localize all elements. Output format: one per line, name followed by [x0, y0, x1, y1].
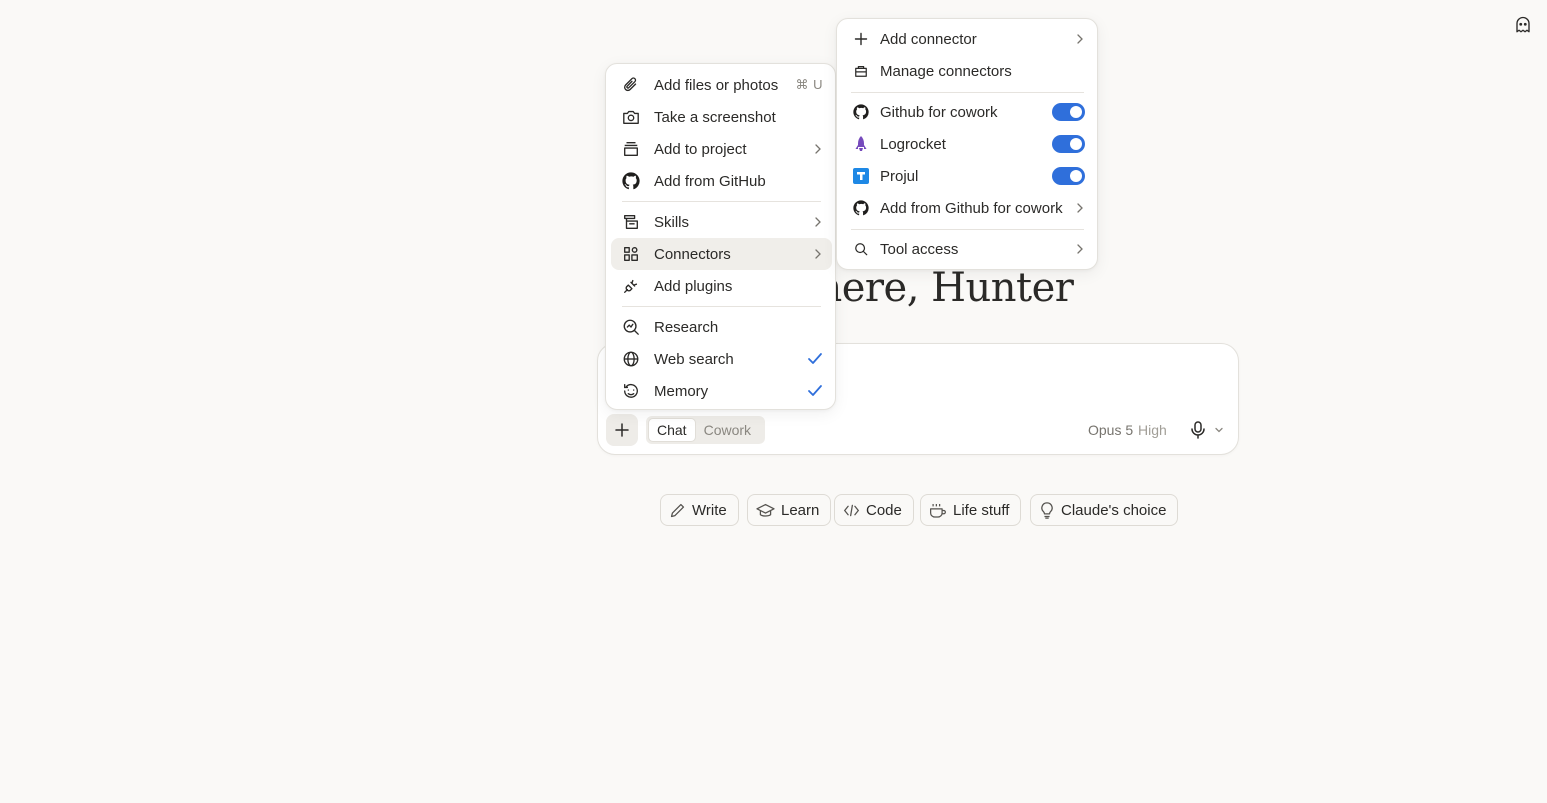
lightbulb-icon — [1041, 501, 1053, 519]
chevron-right-icon — [1075, 192, 1085, 224]
chip-life-stuff[interactable]: Life stuff — [920, 494, 1022, 526]
chip-code[interactable]: Code — [834, 494, 914, 526]
project-icon — [622, 140, 640, 158]
menu-item-label: Add plugins — [654, 277, 733, 295]
connectors-icon — [622, 245, 640, 263]
checkmark-icon — [807, 343, 823, 375]
menu-item-label: Github for cowork — [880, 103, 998, 121]
mode-cowork-option[interactable]: Cowork — [696, 418, 759, 442]
chevron-right-icon — [1075, 233, 1085, 265]
menu-item-add-files[interactable]: Add files or photos ⌘ U — [611, 69, 832, 101]
menu-divider — [851, 92, 1084, 93]
menu-item-label: Add from Github for cowork — [880, 199, 1063, 217]
menu-item-add-from-github[interactable]: Add from GitHub — [611, 165, 832, 197]
menu-item-label: Add from GitHub — [654, 172, 766, 190]
connector-toggle[interactable] — [1052, 96, 1085, 128]
connector-toggle[interactable] — [1052, 128, 1085, 160]
github-icon — [853, 200, 869, 216]
code-icon — [843, 504, 860, 516]
incognito-ghost-button[interactable] — [1510, 12, 1536, 38]
menu-item-manage-connectors[interactable]: Manage connectors — [842, 55, 1094, 87]
attach-button[interactable] — [606, 414, 638, 446]
chip-label: Code — [866, 501, 902, 519]
research-icon — [622, 318, 640, 336]
camera-icon — [622, 108, 640, 126]
chip-label: Life stuff — [953, 501, 1010, 519]
connectors-submenu: Add connector Manage connectors Github f… — [836, 18, 1098, 270]
toggle-switch[interactable] — [1052, 167, 1085, 185]
globe-icon — [622, 350, 640, 368]
toggle-switch[interactable] — [1052, 103, 1085, 121]
chip-claudes-choice[interactable]: Claude's choice — [1030, 494, 1179, 526]
menu-item-web-search[interactable]: Web search — [611, 343, 832, 375]
logrocket-icon — [853, 136, 869, 152]
menu-item-tool-access[interactable]: Tool access — [842, 233, 1094, 265]
menu-item-research[interactable]: Research — [611, 311, 832, 343]
menu-item-label: Connectors — [654, 245, 731, 263]
github-icon — [853, 104, 869, 120]
github-icon — [622, 172, 640, 190]
effort-selector[interactable]: High — [1138, 421, 1167, 439]
checkmark-icon — [807, 375, 823, 407]
menu-item-take-screenshot[interactable]: Take a screenshot — [611, 101, 832, 133]
pencil-icon — [670, 503, 685, 517]
menu-item-label: Add to project — [654, 140, 747, 158]
ghost-icon — [1516, 16, 1530, 33]
graduation-cap-icon — [756, 503, 775, 517]
attach-menu: Add files or photos ⌘ U Take a screensho… — [605, 63, 836, 410]
chip-learn[interactable]: Learn — [747, 494, 832, 526]
menu-item-label: Memory — [654, 382, 709, 400]
search-icon — [853, 241, 869, 257]
projul-icon — [853, 168, 869, 184]
chip-write[interactable]: Write — [660, 494, 739, 526]
chip-label: Claude's choice — [1061, 501, 1167, 519]
chevron-right-icon — [813, 238, 823, 270]
chevron-right-icon — [813, 206, 823, 238]
toggle-switch[interactable] — [1052, 135, 1085, 153]
menu-item-label: Tool access — [880, 240, 959, 258]
menu-item-label: Add files or photos — [654, 76, 779, 94]
microphone-icon — [1191, 421, 1205, 439]
connector-projul[interactable]: Projul — [842, 160, 1094, 192]
menu-divider — [622, 201, 821, 202]
menu-item-label: Manage connectors — [880, 62, 1012, 80]
mode-chat-option[interactable]: Chat — [648, 418, 696, 442]
menu-item-add-from-github-for-cowork[interactable]: Add from Github for cowork — [842, 192, 1094, 224]
briefcase-icon — [853, 63, 869, 79]
plus-icon — [853, 31, 869, 47]
voice-button[interactable] — [1188, 420, 1208, 440]
connector-toggle[interactable] — [1052, 160, 1085, 192]
menu-item-label: Projul — [880, 167, 919, 185]
menu-item-add-connector[interactable]: Add connector — [842, 23, 1094, 55]
memory-icon — [622, 382, 640, 400]
chevron-right-icon — [1075, 23, 1085, 55]
keyboard-shortcut: ⌘ U — [795, 77, 823, 92]
menu-item-connectors[interactable]: Connectors — [611, 238, 832, 270]
paperclip-icon — [622, 76, 640, 94]
plus-icon — [615, 423, 629, 437]
menu-item-label: Skills — [654, 213, 690, 231]
chevron-down-icon[interactable] — [1213, 424, 1225, 436]
menu-item-memory[interactable]: Memory — [611, 375, 832, 407]
mode-toggle: Chat Cowork — [646, 416, 765, 444]
coffee-cup-icon — [930, 503, 946, 518]
plug-icon — [622, 277, 640, 295]
skills-icon — [622, 213, 640, 231]
chip-label: Write — [692, 501, 727, 519]
menu-item-label: Web search — [654, 350, 734, 368]
menu-item-label: Research — [654, 318, 719, 336]
menu-item-label: Logrocket — [880, 135, 946, 153]
menu-divider — [622, 306, 821, 307]
menu-divider — [851, 229, 1084, 230]
menu-item-label: Add connector — [880, 30, 977, 48]
connector-logrocket[interactable]: Logrocket — [842, 128, 1094, 160]
menu-item-skills[interactable]: Skills — [611, 206, 832, 238]
model-selector[interactable]: Opus 5 — [1088, 421, 1133, 439]
menu-item-add-to-project[interactable]: Add to project — [611, 133, 832, 165]
connector-github-for-cowork[interactable]: Github for cowork — [842, 96, 1094, 128]
menu-item-add-plugins[interactable]: Add plugins — [611, 270, 832, 302]
chip-label: Learn — [781, 501, 820, 519]
chevron-right-icon — [813, 133, 823, 165]
menu-item-label: Take a screenshot — [654, 108, 776, 126]
